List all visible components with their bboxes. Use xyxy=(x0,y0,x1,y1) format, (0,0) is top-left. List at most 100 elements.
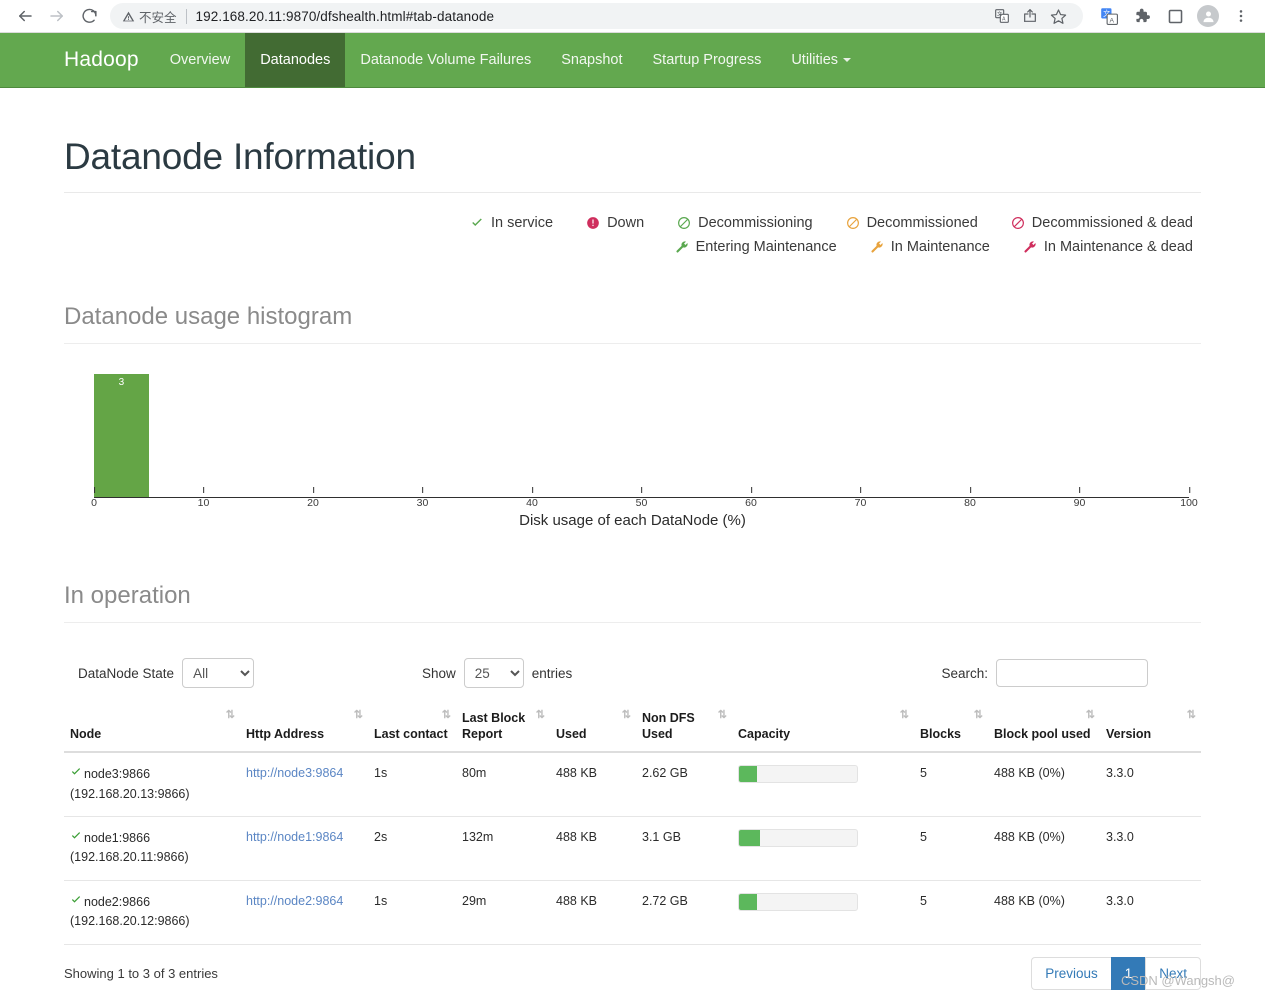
entries-control: Show 2550100 entries xyxy=(422,658,572,688)
translate-extension-icon[interactable]: 文A xyxy=(1095,2,1123,30)
column-header-block-pool-used[interactable]: Block pool used⇅ xyxy=(988,703,1100,752)
x-tick-mark xyxy=(642,487,643,493)
column-label: Last contact xyxy=(374,727,448,741)
x-tick-label: 90 xyxy=(1074,497,1086,509)
side-panel-icon[interactable] xyxy=(1161,2,1189,30)
x-tick-mark xyxy=(94,487,95,493)
sort-icon: ⇅ xyxy=(354,709,362,723)
cell-http-address: http://node2:9864 xyxy=(240,880,368,944)
cell-capacity xyxy=(732,817,914,881)
x-tick-label: 50 xyxy=(636,497,648,509)
chrome-menu-icon[interactable] xyxy=(1227,2,1255,30)
wrench-icon xyxy=(1023,240,1037,254)
nav-label: Startup Progress xyxy=(653,52,762,68)
back-arrow-icon[interactable] xyxy=(10,2,40,30)
brand-logo[interactable]: Hadoop xyxy=(64,33,155,87)
column-header-version[interactable]: Version⇅ xyxy=(1100,703,1201,752)
column-label: Node xyxy=(70,727,101,741)
sort-icon: ⇅ xyxy=(900,709,908,723)
sort-icon: ⇅ xyxy=(622,709,630,723)
nav-item-utilities[interactable]: Utilities xyxy=(776,33,866,87)
cell-block-pool-used: 488 KB (0%) xyxy=(988,752,1100,816)
legend-decommissioned-dead: Decommissioned & dead xyxy=(1011,215,1193,231)
url-text: 192.168.20.11:9870/dfshealth.html#tab-da… xyxy=(196,9,495,24)
reload-icon[interactable] xyxy=(74,2,104,30)
legend-decommissioning: Decommissioning xyxy=(677,215,812,231)
browser-extension-toolbar: 文A xyxy=(1091,2,1255,30)
extensions-puzzle-icon[interactable] xyxy=(1128,2,1156,30)
nav-item-overview[interactable]: Overview xyxy=(155,33,245,87)
nav-item-datanode-volume-failures[interactable]: Datanode Volume Failures xyxy=(345,33,546,87)
cell-non-dfs-used: 3.1 GB xyxy=(636,817,732,881)
ban-circle-icon xyxy=(1011,216,1025,230)
bookmark-star-icon[interactable] xyxy=(1045,3,1071,29)
http-address-link[interactable]: http://node2:9864 xyxy=(246,894,343,908)
x-tick-label: 60 xyxy=(745,497,757,509)
nav-item-snapshot[interactable]: Snapshot xyxy=(546,33,637,87)
legend-in-maintenance-dead: In Maintenance & dead xyxy=(1023,239,1193,255)
nav-item-datanodes[interactable]: Datanodes xyxy=(245,33,345,87)
entries-per-page-select[interactable]: 2550100 xyxy=(464,658,524,688)
legend-label: Decommissioned & dead xyxy=(1032,215,1193,231)
column-header-node[interactable]: Node ⇅ xyxy=(64,703,240,752)
http-address-link[interactable]: http://node3:9864 xyxy=(246,766,343,780)
legend-entering-maintenance: Entering Maintenance xyxy=(675,239,837,255)
column-header-last-block-report[interactable]: Last Block Report⇅ xyxy=(456,703,550,752)
table-row: node1:9866 (192.168.20.11:9866) http://nod… xyxy=(64,817,1201,881)
column-header-non-dfs-used[interactable]: Non DFS Used⇅ xyxy=(636,703,732,752)
address-bar[interactable]: 不安全 192.168.20.11:9870/dfshealth.html#ta… xyxy=(110,3,1083,29)
column-label: Used xyxy=(556,727,587,741)
cell-used: 488 KB xyxy=(550,817,636,881)
profile-avatar-icon[interactable] xyxy=(1194,2,1222,30)
security-warning[interactable]: 不安全 xyxy=(122,7,177,26)
http-address-link[interactable]: http://node1:9864 xyxy=(246,830,343,844)
cell-last-block-report: 29m xyxy=(456,880,550,944)
cell-block-pool-used: 488 KB (0%) xyxy=(988,880,1100,944)
column-header-blocks[interactable]: Blocks⇅ xyxy=(914,703,988,752)
status-legend: In service Down Decommissioning Decommis… xyxy=(64,215,1201,255)
cell-capacity xyxy=(732,752,914,816)
datanode-state-select[interactable]: AllIn ServiceDownDecommissioningDecommis… xyxy=(182,658,254,688)
histogram-bar-value: 3 xyxy=(119,377,125,388)
forward-arrow-icon[interactable] xyxy=(42,2,72,30)
page-title: Datanode Information xyxy=(64,136,1201,192)
title-divider xyxy=(64,192,1201,193)
x-tick-mark xyxy=(970,487,971,493)
nav-item-startup-progress[interactable]: Startup Progress xyxy=(638,33,777,87)
cell-http-address: http://node1:9864 xyxy=(240,817,368,881)
wrench-icon xyxy=(675,240,689,254)
capacity-bar-fill xyxy=(739,830,760,846)
table-row: node3:9866(192.168.20.13:9866)http://nod… xyxy=(64,752,1201,816)
search-input[interactable] xyxy=(996,659,1148,687)
capacity-bar xyxy=(738,765,858,783)
legend-label: Decommissioned xyxy=(867,215,978,231)
legend-label: In service xyxy=(491,215,553,231)
column-header-http-address[interactable]: Http Address ⇅ xyxy=(240,703,368,752)
ban-circle-icon xyxy=(846,216,860,230)
histogram-bar[interactable]: 3 xyxy=(94,374,149,498)
column-label: Http Address xyxy=(246,727,324,741)
wrench-icon xyxy=(870,240,884,254)
x-tick-mark xyxy=(1189,487,1190,493)
legend-label: Down xyxy=(607,215,644,231)
x-tick-mark xyxy=(313,487,314,493)
node-ip: (192.168.20.11:9866) xyxy=(70,848,234,867)
sort-icon: ⇅ xyxy=(1187,709,1195,723)
node-name: node2:9866 xyxy=(84,895,150,909)
datanode-usage-histogram: 3 0102030405060708090100 Disk usage of e… xyxy=(64,374,1201,534)
legend-row-2: Entering Maintenance In Maintenance In M… xyxy=(642,239,1193,255)
search-control: Search: xyxy=(941,659,1148,687)
translate-icon[interactable]: 文A xyxy=(989,3,1015,29)
x-tick-label: 40 xyxy=(526,497,538,509)
column-header-capacity[interactable]: Capacity⇅ xyxy=(732,703,914,752)
share-icon[interactable] xyxy=(1017,3,1043,29)
sort-icon: ⇅ xyxy=(226,709,234,723)
table-footer: Showing 1 to 3 of 3 entries Previous 1 N… xyxy=(64,957,1201,990)
pagination-previous-button[interactable]: Previous xyxy=(1031,957,1111,990)
column-label: Last Block Report xyxy=(462,711,525,741)
node-name: node1:9866 xyxy=(84,831,150,845)
cell-used: 488 KB xyxy=(550,752,636,816)
column-header-used[interactable]: Used ⇅ xyxy=(550,703,636,752)
x-tick-label: 80 xyxy=(964,497,976,509)
column-header-last-contact[interactable]: Last contact⇅ xyxy=(368,703,456,752)
